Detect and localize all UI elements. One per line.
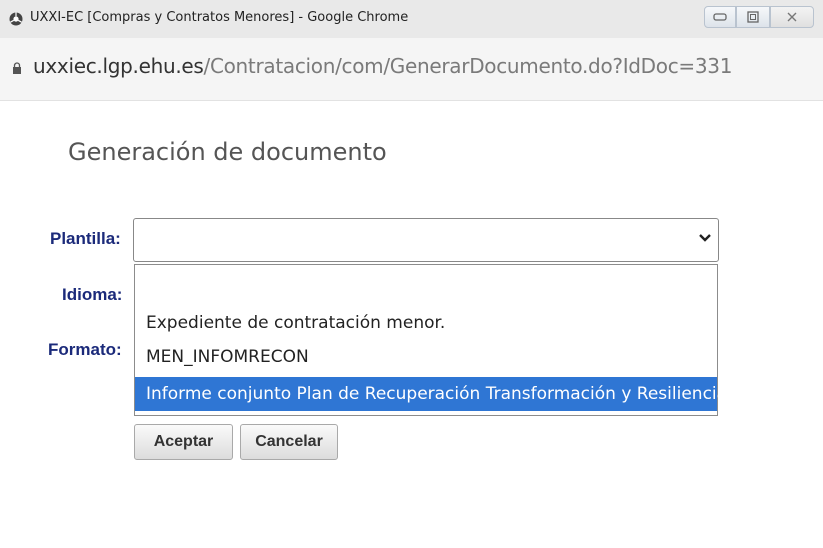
- minimize-button[interactable]: [704, 6, 736, 28]
- dropdown-option-informe-conjunto[interactable]: Informe conjunto Plan de Recuperación Tr…: [135, 377, 727, 411]
- dropdown-option-men-infomrecon[interactable]: MEN_INFOMRECON: [135, 340, 717, 374]
- maximize-button[interactable]: [736, 6, 770, 28]
- page-title: Generación de documento: [68, 138, 387, 166]
- cancelar-button[interactable]: Cancelar: [240, 424, 338, 460]
- aceptar-button[interactable]: Aceptar: [134, 424, 233, 460]
- plantilla-label: Plantilla:: [50, 229, 121, 248]
- dropdown-option-empty[interactable]: [135, 267, 717, 301]
- lock-icon: [13, 62, 21, 74]
- dropdown-option-expediente[interactable]: Expediente de contratación menor.: [135, 306, 717, 340]
- chrome-icon: [9, 12, 23, 26]
- url-path: /Contratacion/com/GenerarDocumento.do?Id…: [203, 54, 733, 78]
- url-host: uxxiec.lgp.ehu.es: [33, 54, 204, 78]
- idioma-label: Idioma:: [62, 285, 123, 304]
- close-button[interactable]: [770, 6, 814, 28]
- close-icon: [787, 12, 797, 22]
- plantilla-dropdown-list: Expediente de contratación menor. MEN_IN…: [134, 264, 727, 416]
- window-controls: [704, 6, 814, 30]
- url-text[interactable]: uxxiec.lgp.ehu.es/Contratacion/com/Gener…: [33, 54, 732, 78]
- maximize-icon: [747, 11, 759, 23]
- window-titlebar: UXXI-EC [Compras y Contratos Menores] - …: [0, 0, 823, 39]
- chevron-down-icon: [699, 234, 711, 242]
- address-bar[interactable]: uxxiec.lgp.ehu.es/Contratacion/com/Gener…: [0, 38, 823, 101]
- formato-label: Formato:: [48, 340, 122, 359]
- minimize-icon: [713, 13, 727, 21]
- plantilla-select[interactable]: [133, 218, 719, 262]
- window-title: UXXI-EC [Compras y Contratos Menores] - …: [30, 10, 409, 25]
